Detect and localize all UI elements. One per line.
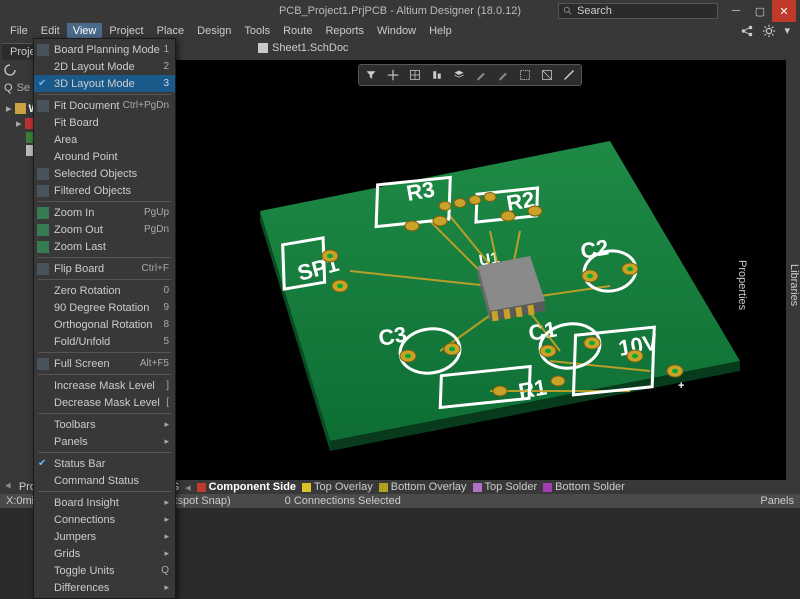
fit-doc-icon (37, 100, 49, 112)
layer-top-overlay[interactable]: Top Overlay (302, 481, 373, 493)
fullscreen-icon (37, 358, 49, 370)
highlight-icon[interactable] (497, 69, 509, 81)
menu-view[interactable]: View (67, 23, 103, 39)
panels-button[interactable]: Panels (760, 495, 794, 507)
title-bar: PCB_Project1.PrjPCB - Altium Designer (1… (0, 0, 800, 22)
menu-route[interactable]: Route (277, 23, 318, 39)
document-icon (258, 43, 268, 53)
menu-item-increase-mask-level[interactable]: Increase Mask Level] (34, 377, 175, 394)
panel-search-input[interactable]: Se (17, 82, 30, 94)
refresh-icon[interactable] (4, 64, 16, 76)
menu-item-90-degree-rotation[interactable]: 90 Degree Rotation9 (34, 299, 175, 316)
menu-reports[interactable]: Reports (319, 23, 370, 39)
zoom-in-icon (37, 207, 49, 219)
menu-item-zoom-in[interactable]: Zoom InPgUp (34, 204, 175, 221)
menu-item-fold-unfold[interactable]: Fold/Unfold5 (34, 333, 175, 350)
filt-obj-icon (37, 185, 49, 197)
menu-window[interactable]: Window (371, 23, 422, 39)
move-icon[interactable] (387, 69, 399, 81)
layer-component-side[interactable]: Component Side (197, 481, 296, 493)
menu-item-flip-board[interactable]: Flip BoardCtrl+F (34, 260, 175, 277)
pcb-3d-viewport[interactable]: R3 R2 C2 SP1 U1 C3 C1 R1 10V (140, 60, 800, 480)
menu-tools[interactable]: Tools (238, 23, 276, 39)
menu-item-zero-rotation[interactable]: Zero Rotation0 (34, 282, 175, 299)
menu-item-toolbars[interactable]: Toolbars▸ (34, 416, 175, 433)
folder-icon (15, 103, 26, 114)
menu-item-grids[interactable]: Grids▸ (34, 545, 175, 562)
layer-bottom-solder[interactable]: Bottom Solder (543, 481, 625, 493)
maximize-button[interactable]: ▢ (748, 0, 772, 22)
menu-item-differences[interactable]: Differences▸ (34, 579, 175, 596)
gear-icon[interactable] (762, 24, 776, 38)
menu-item-area[interactable]: Area (34, 131, 175, 148)
document-tab[interactable]: Sheet1.SchDoc (258, 42, 348, 54)
menu-item-selected-objects[interactable]: Selected Objects (34, 165, 175, 182)
properties-panel-tab[interactable]: Properties (736, 260, 748, 310)
edit-icon[interactable] (475, 69, 487, 81)
zoom-last-icon (37, 241, 49, 253)
layer-top-solder[interactable]: Top Solder (473, 481, 538, 493)
menu-item-fit-board[interactable]: Fit Board (34, 114, 175, 131)
board-planning-icon (37, 44, 49, 56)
minimize-button[interactable]: ─ (724, 0, 748, 22)
menu-item-2d-layout-mode[interactable]: 2D Layout Mode2 (34, 58, 175, 75)
layers-icon[interactable] (453, 69, 465, 81)
menu-item-connections[interactable]: Connections▸ (34, 511, 175, 528)
menu-design[interactable]: Design (191, 23, 237, 39)
sel-obj-icon (37, 168, 49, 180)
menu-file[interactable]: File (4, 23, 34, 39)
svg-text:C3: C3 (377, 321, 409, 351)
view-menu-dropdown: Board Planning Mode12D Layout Mode2✔3D L… (33, 38, 176, 599)
menu-item-jumpers[interactable]: Jumpers▸ (34, 528, 175, 545)
search-icon (563, 6, 573, 16)
grid-icon[interactable] (409, 69, 421, 81)
global-search-input[interactable]: Search (558, 3, 718, 19)
menu-item-around-point[interactable]: Around Point (34, 148, 175, 165)
dropdown-icon[interactable]: ▾ (784, 24, 790, 38)
measure-icon[interactable] (563, 69, 575, 81)
pcb-board-render: R3 R2 C2 SP1 U1 C3 C1 R1 10V (190, 111, 750, 471)
menu-item-full-screen[interactable]: Full ScreenAlt+F5 (34, 355, 175, 372)
menu-item-status-bar[interactable]: ✔Status Bar (34, 455, 175, 472)
menu-help[interactable]: Help (423, 23, 458, 39)
menu-item-board-planning-mode[interactable]: Board Planning Mode1 (34, 41, 175, 58)
menu-item-toggle-units[interactable]: Toggle UnitsQ (34, 562, 175, 579)
zoom-out-icon (37, 224, 49, 236)
menu-item-filtered-objects[interactable]: Filtered Objects (34, 182, 175, 199)
right-rail: Libraries Properties (786, 60, 800, 480)
menu-item-fit-document[interactable]: Fit DocumentCtrl+PgDn (34, 97, 175, 114)
layer-nav-left-icon[interactable]: ◂ (185, 481, 191, 494)
menu-item-board-insight[interactable]: Board Insight▸ (34, 494, 175, 511)
menu-item-zoom-out[interactable]: Zoom OutPgDn (34, 221, 175, 238)
close-button[interactable]: ✕ (772, 0, 796, 22)
menu-item-command-status[interactable]: Command Status (34, 472, 175, 489)
cross-select-icon[interactable] (541, 69, 553, 81)
layer-bottom-overlay[interactable]: Bottom Overlay (379, 481, 467, 493)
svg-text:C2: C2 (579, 234, 611, 264)
select-icon[interactable] (519, 69, 531, 81)
menu-item-orthogonal-rotation[interactable]: Orthogonal Rotation8 (34, 316, 175, 333)
menu-item-decrease-mask-level[interactable]: Decrease Mask Level[ (34, 394, 175, 411)
menu-place[interactable]: Place (151, 23, 191, 39)
viewport-toolbar (358, 64, 582, 86)
libraries-panel-tab[interactable]: Libraries (788, 264, 800, 306)
flip-icon (37, 263, 49, 275)
menu-edit[interactable]: Edit (35, 23, 66, 39)
filter-icon[interactable] (365, 69, 377, 81)
menu-item-zoom-last[interactable]: Zoom Last (34, 238, 175, 255)
align-icon[interactable] (431, 69, 443, 81)
panel-nav-left-icon[interactable]: ⯇ (4, 481, 13, 494)
svg-text:+: + (678, 380, 684, 392)
share-icon[interactable] (740, 24, 754, 38)
menu-project[interactable]: Project (103, 23, 149, 39)
status-connections: 0 Connections Selected (285, 495, 401, 507)
menu-item-3d-layout-mode[interactable]: ✔3D Layout Mode3 (34, 75, 175, 92)
menu-item-panels[interactable]: Panels▸ (34, 433, 175, 450)
